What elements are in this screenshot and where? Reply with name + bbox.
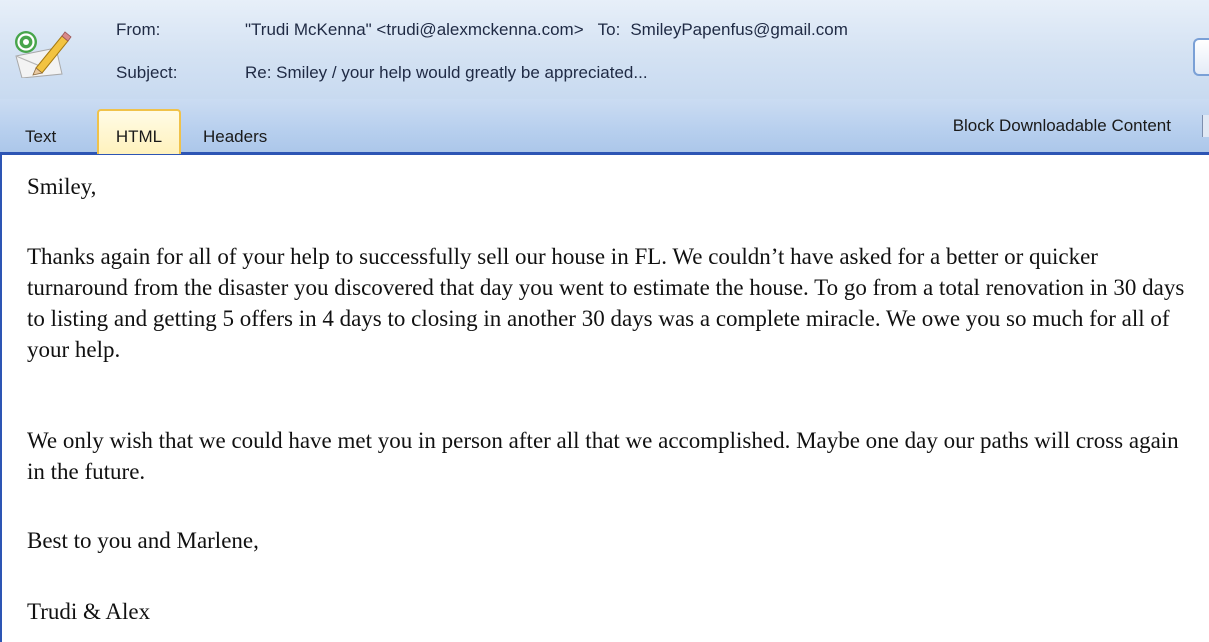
- message-body: Smiley, Thanks again for all of your hel…: [0, 155, 1209, 642]
- subject-value: Re: Smiley / your help would greatly be …: [245, 63, 648, 82]
- message-greeting: Smiley,: [27, 174, 97, 199]
- email-edit-icon: [12, 28, 72, 79]
- to-group: To: SmileyPapenfus@gmail.com: [598, 20, 848, 39]
- block-downloadable-content-button[interactable]: Block Downloadable Content: [953, 116, 1171, 136]
- tab-html[interactable]: HTML: [97, 109, 181, 154]
- subject-label: Subject:: [116, 63, 178, 82]
- from-label: From:: [116, 20, 161, 39]
- tab-headers[interactable]: Headers: [203, 126, 267, 148]
- message-signature: Trudi & Alex: [27, 599, 151, 624]
- message-header: From: "Trudi McKenna" <trudi@alexmckenna…: [0, 0, 1209, 99]
- message-paragraph: We only wish that we could have met you …: [27, 428, 1179, 484]
- message-paragraph: Thanks again for all of your help to suc…: [27, 244, 1185, 362]
- from-line: "Trudi McKenna" <trudi@alexmckenna.com> T…: [245, 20, 848, 40]
- toolbar-edge-separator: [1202, 115, 1209, 137]
- header-side-button[interactable]: [1193, 38, 1209, 76]
- tab-text[interactable]: Text: [25, 126, 56, 148]
- to-label: To:: [597, 20, 621, 39]
- message-closing: Best to you and Marlene,: [27, 528, 259, 553]
- to-value[interactable]: SmileyPapenfus@gmail.com: [630, 20, 848, 39]
- from-value[interactable]: "Trudi McKenna" <trudi@alexmckenna.com>: [245, 20, 584, 39]
- view-tab-strip: Text HTML Headers Block Downloadable Con…: [0, 99, 1209, 155]
